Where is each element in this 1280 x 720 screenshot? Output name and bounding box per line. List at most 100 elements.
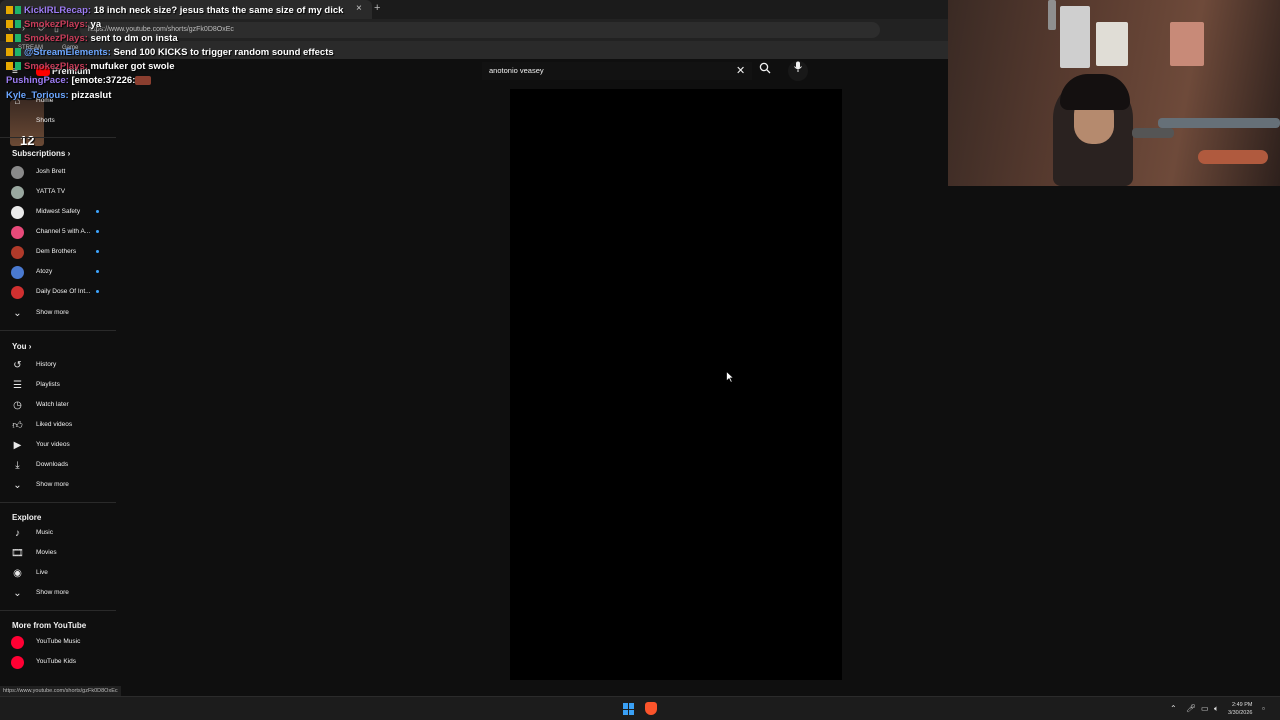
- microphone-icon[interactable]: [788, 61, 808, 81]
- you-heading[interactable]: You ›: [12, 342, 31, 351]
- sidebar-item-label: Live: [36, 569, 48, 576]
- sidebar-item-yatta-tv[interactable]: YATTA TV: [0, 183, 116, 203]
- windows-start-icon[interactable]: [623, 703, 635, 715]
- sidebar-divider: [0, 137, 116, 138]
- sidebar-item-josh-brett[interactable]: Josh Brett: [0, 163, 116, 183]
- chat-badge-icon: [15, 6, 21, 15]
- search-query: anotonio veasey: [489, 66, 544, 75]
- downloads-icon: ⤓: [15, 460, 20, 471]
- chat-badge-icon: [15, 20, 21, 29]
- sidebar-item-label: Show more: [36, 309, 69, 316]
- sidebar-item-label: Watch later: [36, 401, 69, 408]
- chat-username[interactable]: SmokezPlays:: [24, 19, 88, 30]
- clear-search-icon[interactable]: ✕: [736, 64, 745, 77]
- youtube-sidebar: ⌂ Home Shorts Subscriptions › Josh Brett…: [0, 92, 116, 682]
- chat-emote-icon: [135, 75, 152, 85]
- notification-icon[interactable]: ▫: [1262, 704, 1265, 713]
- search-icon[interactable]: [756, 62, 774, 80]
- chat-username[interactable]: @StreamElements:: [24, 47, 111, 58]
- tray-chevron-icon[interactable]: ⌃: [1170, 704, 1177, 713]
- sidebar-item-daily-dose-of-int[interactable]: Daily Dose Of Int...: [0, 283, 116, 303]
- sidebar-item-music[interactable]: ♪ Music: [0, 524, 116, 544]
- mouse-cursor-icon: [726, 371, 734, 383]
- sidebar-item-shorts[interactable]: Shorts: [0, 112, 116, 132]
- sidebar-item-label: YATTA TV: [36, 188, 66, 195]
- sidebar-divider: [0, 610, 116, 611]
- chat-username[interactable]: SmokezPlays:: [24, 33, 88, 44]
- music-icon: ♪: [15, 528, 20, 539]
- sidebar-item-movies[interactable]: 🎞︎ Movies: [0, 544, 116, 564]
- sidebar-item-midwest-safety[interactable]: Midwest Safety: [0, 203, 116, 223]
- new-content-dot: [96, 210, 99, 213]
- sidebar-item-dem-brothers[interactable]: Dem Brothers: [0, 243, 116, 263]
- chat-message: SmokezPlays: ya: [6, 19, 101, 30]
- chat-text: ya: [90, 19, 102, 30]
- volume-icon[interactable]: 🔈︎: [1214, 704, 1219, 714]
- network-icon[interactable]: ▭: [1201, 704, 1209, 713]
- chevron-down-icon: ⌄: [13, 480, 22, 491]
- sidebar-item-downloads[interactable]: ⤓ Downloads: [0, 456, 116, 476]
- sidebar-item-liked-videos[interactable]: 👍︎ Liked videos: [0, 416, 116, 436]
- tab-close-icon[interactable]: ×: [356, 3, 362, 14]
- sidebar-item-atozy[interactable]: Atozy: [0, 263, 116, 283]
- sidebar-item-label: Midwest Safety: [36, 208, 81, 215]
- channel-avatar: [11, 246, 24, 259]
- wall-art-frame: [1060, 6, 1090, 68]
- chat-badge-icon: [6, 34, 13, 43]
- chevron-down-icon: ⌄: [13, 588, 22, 599]
- sidebar-item-label: Atozy: [36, 268, 53, 275]
- channel-avatar: [11, 636, 24, 649]
- taskbar-clock[interactable]: 2:49 PM 3/30/2026: [1228, 701, 1252, 717]
- chat-text: mufuker got swole: [90, 61, 175, 72]
- windows-taskbar: ⌃ 🎤︎ ▭ 🔈︎ 2:49 PM 3/30/2026 ▫: [0, 696, 1280, 720]
- chat-username[interactable]: Kyle_Torious:: [6, 90, 69, 101]
- search-input[interactable]: anotonio veasey ✕: [482, 62, 752, 80]
- movies-icon: 🎞︎: [11, 548, 24, 559]
- microphone: [1132, 128, 1174, 138]
- sidebar-item-youtube-kids[interactable]: YouTube Kids: [0, 653, 116, 673]
- sidebar-item-watch-later[interactable]: ◷ Watch later: [0, 396, 116, 416]
- chat-username[interactable]: SmokezPlays:: [24, 61, 88, 72]
- sidebar-item-channel-5-with-a[interactable]: Channel 5 with A...: [0, 223, 116, 243]
- new-tab-button[interactable]: +: [374, 2, 380, 14]
- sidebar-item-label: Dem Brothers: [36, 248, 77, 255]
- clock-time: 2:49 PM: [1231, 702, 1253, 708]
- sidebar-item-live[interactable]: ◉ Live: [0, 564, 116, 584]
- explore-show-more[interactable]: ⌄ Show more: [0, 584, 116, 604]
- chat-message: SmokezPlays: mufuker got swole: [6, 61, 174, 72]
- sidebar-divider: [0, 330, 116, 331]
- channel-avatar: [11, 186, 24, 199]
- your-videos-icon: ▶: [13, 440, 22, 451]
- search-icon-svg: [759, 62, 771, 74]
- chat-username[interactable]: PushingPace:: [6, 75, 69, 86]
- sidebar-item-label: Music: [36, 529, 53, 536]
- subscriptions-heading-label: Subscriptions: [12, 149, 66, 158]
- chat-username[interactable]: KickIRLRecap:: [24, 5, 91, 16]
- tray-mic-icon[interactable]: 🎤︎: [1186, 704, 1196, 713]
- chat-text: sent to dm on insta: [90, 33, 178, 44]
- brave-browser-icon[interactable]: [645, 702, 657, 715]
- subscriptions-show-more[interactable]: ⌄ Show more: [0, 304, 116, 324]
- new-content-dot: [96, 290, 99, 293]
- chat-message: KickIRLRecap: 18 inch neck size? jesus t…: [6, 5, 343, 16]
- chat-badge-icon: [15, 34, 21, 43]
- liked-icon: 👍︎: [12, 420, 23, 431]
- channel-avatar: [11, 166, 24, 179]
- sidebar-item-label: Josh Brett: [36, 168, 66, 175]
- sidebar-item-label: Downloads: [36, 461, 69, 468]
- new-content-dot: [96, 270, 99, 273]
- sidebar-item-youtube-music[interactable]: YouTube Music: [0, 633, 116, 653]
- address-field[interactable]: https://www.youtube.com/shorts/gzFk0D8Ox…: [80, 22, 880, 38]
- sidebar-item-playlists[interactable]: ☰ Playlists: [0, 376, 116, 396]
- sidebar-item-history[interactable]: ↺ History: [0, 356, 116, 376]
- sidebar-item-your-videos[interactable]: ▶ Your videos: [0, 436, 116, 456]
- subscriptions-heading[interactable]: Subscriptions ›: [12, 149, 70, 158]
- sidebar-item-label: Show more: [36, 589, 69, 596]
- chevron-down-icon: ⌄: [13, 308, 22, 319]
- shorts-video-player[interactable]: [510, 89, 842, 680]
- sidebar-item-label: Your videos: [36, 441, 70, 448]
- lamp: [1048, 0, 1056, 30]
- streamer-hair: [1060, 74, 1130, 110]
- sidebar-item-label: Movies: [36, 549, 57, 556]
- you-show-more[interactable]: ⌄ Show more: [0, 476, 116, 496]
